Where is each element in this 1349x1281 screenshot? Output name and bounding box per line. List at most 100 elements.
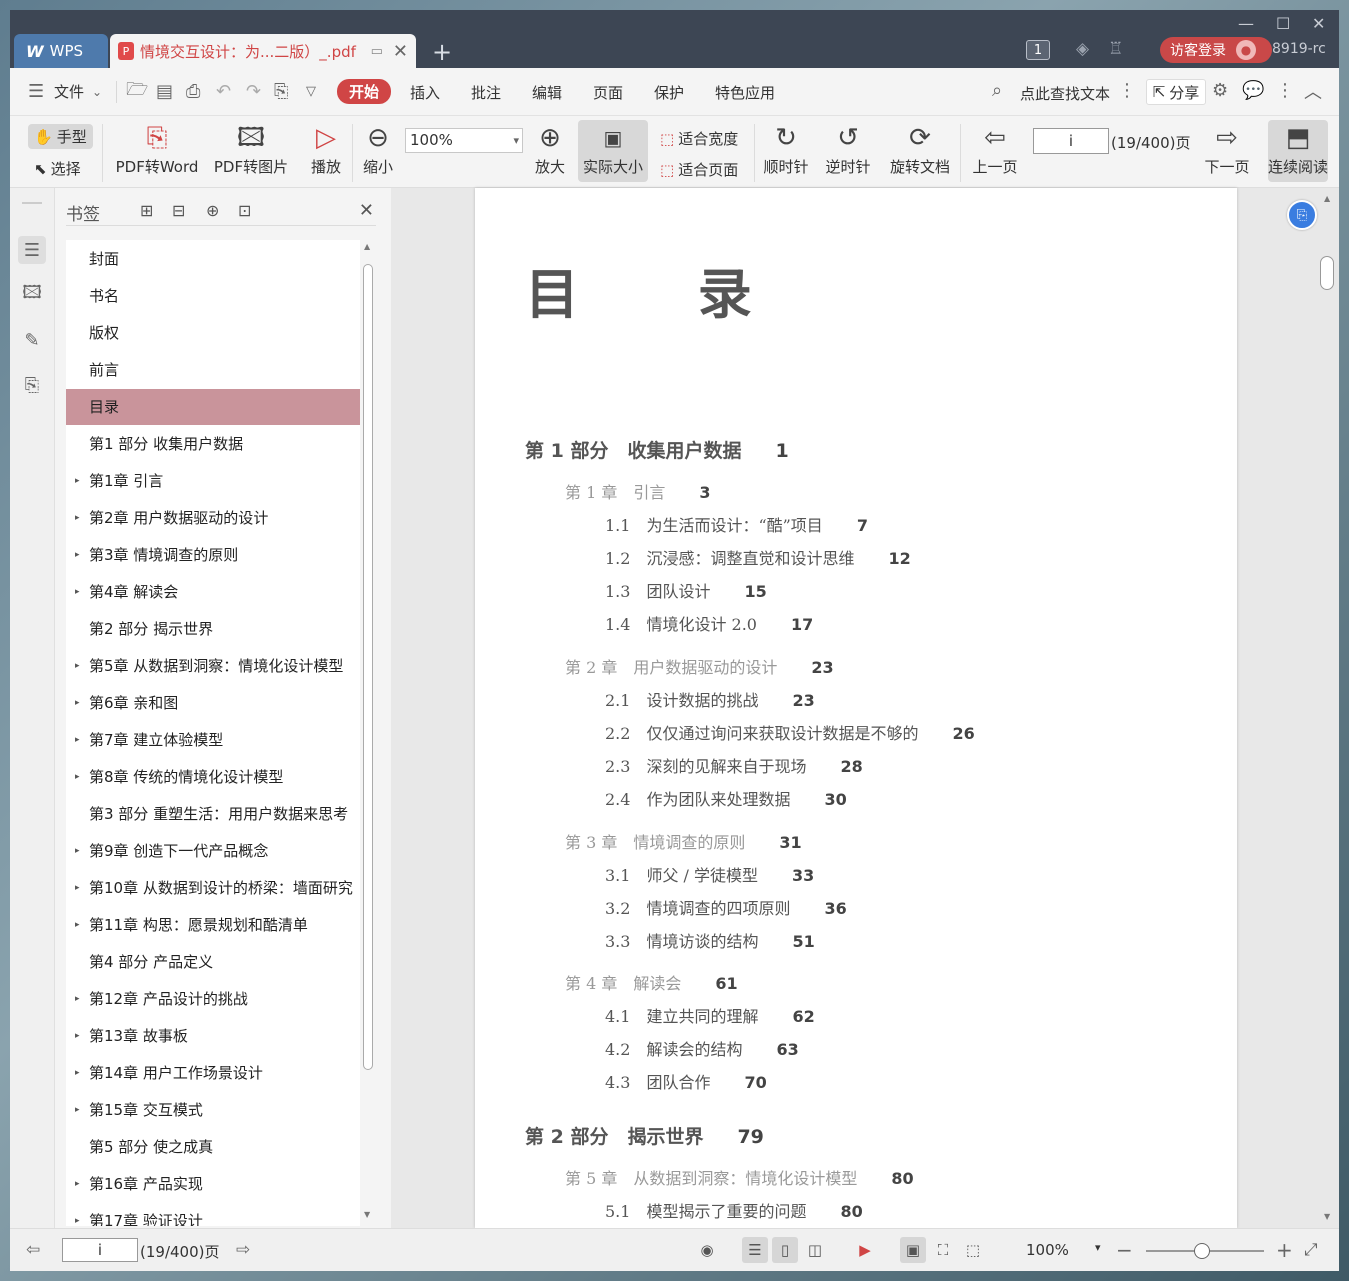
expand-arrow-icon[interactable]: ▸ [75,500,80,536]
bookmark-item[interactable]: ▸ 第10章 从数据到设计的桥梁：墙面研究 [66,870,360,906]
menu-tab-page[interactable]: 页面 [593,82,623,103]
more-options-icon[interactable]: ⋮ [1276,80,1294,101]
expand-arrow-icon[interactable]: ▸ [75,722,80,758]
bookmark-item[interactable]: 第4 部分 产品定义 [66,944,360,980]
single-page-icon[interactable]: ▯ [772,1237,798,1263]
chevron-down-icon[interactable]: ⌄ [92,85,102,99]
window-count-badge[interactable]: 1 [1026,40,1050,60]
bookmark-item[interactable]: 封面 [66,241,360,277]
bookmark-list-icon[interactable]: ☰ [18,236,46,264]
scroll-up-icon[interactable]: ▲ [1324,194,1330,203]
zoom-dropdown-icon[interactable]: ▾ [1095,1241,1101,1254]
drag-grip[interactable] [22,202,42,204]
bookmark-options-icon[interactable]: ⊡ [238,201,251,220]
menu-tab-comment[interactable]: 批注 [471,82,501,103]
annotation-icon[interactable]: ✎ [18,326,46,354]
bookmark-item[interactable]: ▸ 第3章 情境调查的原则 [66,537,360,573]
zoom-in-button[interactable]: ⊕ 放大 [530,120,570,177]
toc-entry[interactable]: 3.3 情境访谈的结构 51 [605,928,815,952]
expand-arrow-icon[interactable]: ▸ [75,981,80,1017]
collapse-ribbon-icon[interactable]: ︿ [1304,78,1322,104]
maximize-icon[interactable]: ☐ [1276,14,1290,33]
continuous-reading-button[interactable]: ⬒ 连续阅读 [1268,120,1328,182]
toc-entry[interactable]: 4.3 团队合作 70 [605,1069,767,1093]
expand-arrow-icon[interactable]: ▸ [75,870,80,906]
new-tab-icon[interactable]: + [432,38,452,66]
expand-arrow-icon[interactable]: ▸ [75,574,80,610]
expand-arrow-icon[interactable]: ▸ [75,685,80,721]
bookmark-item[interactable]: ▸ 第6章 亲和图 [66,685,360,721]
close-tab-icon[interactable]: ✕ [393,41,408,62]
toc-entry[interactable]: 2.4 作为团队来处理数据 30 [605,786,847,810]
page-number-input[interactable]: i [1033,128,1109,154]
toc-entry[interactable]: 第 4 章 解读会 61 [565,970,738,994]
menu-tab-start[interactable]: 开始 [337,79,392,104]
toc-entry[interactable]: 第 1 部分 收集用户数据 1 [525,436,789,463]
toc-entry[interactable]: 4.1 建立共同的理解 62 [605,1003,815,1027]
toc-entry[interactable]: 1.3 团队设计 15 [605,578,767,602]
bookmark-item[interactable]: ▸ 第9章 创造下一代产品概念 [66,833,360,869]
play-slideshow-icon[interactable]: ▶ [852,1237,878,1263]
shirt-icon[interactable]: ♖ [1108,39,1123,59]
eye-icon[interactable]: ◉ [694,1237,720,1263]
bookmark-item[interactable]: ▸ 第2章 用户数据驱动的设计 [66,500,360,536]
toc-entry[interactable]: 4.2 解读会的结构 63 [605,1036,799,1060]
search-icon[interactable]: ⌕ [992,80,1002,101]
zoom-select[interactable]: 100% [405,128,523,153]
toc-entry[interactable]: 第 2 章 用户数据驱动的设计 23 [565,654,834,678]
file-menu[interactable]: 文件 [54,81,84,102]
toc-entry[interactable]: 第 1 章 引言 3 [565,479,711,503]
toc-entry[interactable]: 2.1 设计数据的挑战 23 [605,687,815,711]
toc-entry[interactable]: 2.2 仅仅通过询问来获取设计数据是不够的 26 [605,720,975,744]
bookmark-item[interactable]: ▸ 第16章 产品实现 [66,1166,360,1202]
bookmark-item[interactable]: ▸ 第7章 建立体验模型 [66,722,360,758]
expand-arrow-icon[interactable]: ▸ [75,833,80,869]
close-panel-icon[interactable]: ✕ [359,200,374,221]
document-scroll-thumb[interactable] [1320,256,1334,290]
guest-login-button[interactable]: 访客登录 ● [1160,37,1272,63]
zoom-in-icon[interactable]: + [1276,1238,1293,1262]
zoom-slider-knob[interactable] [1194,1243,1210,1259]
document-view[interactable]: 目 录 第 1 部分 收集用户数据 1 第 1 章 引言 3 1.1 为生活而设计：“酷… [391,188,1339,1228]
bookmark-item[interactable]: ▸ 第5章 从数据到洞察：情境化设计模型 [66,648,360,684]
toc-entry[interactable]: 第 3 章 情境调查的原则 31 [565,829,802,853]
bookmark-item[interactable]: 第3 部分 重塑生活：用用户数据来思考 [66,796,360,832]
status-zoom[interactable]: 100% [1026,1241,1069,1259]
toc-entry[interactable]: 第 5 章 从数据到洞察：情境化设计模型 80 [565,1165,914,1189]
expand-arrow-icon[interactable]: ▸ [75,1166,80,1202]
expand-arrow-icon[interactable]: ▸ [75,759,80,795]
toc-entry[interactable]: 1.4 情境化设计 2.0 17 [605,611,813,635]
select-tool-button[interactable]: ⬉ 选择 [34,158,81,179]
expand-arrow-icon[interactable]: ▸ [75,537,80,573]
pdf-to-word-button[interactable]: ⎘ PDF转Word [114,120,200,177]
scroll-up-icon[interactable]: ▲ [364,242,370,251]
actual-size-button[interactable]: ▣ 实际大小 [578,120,648,182]
menu-tab-protect[interactable]: 保护 [654,82,684,103]
bookmark-item[interactable]: 第5 部分 使之成真 [66,1129,360,1165]
bookmark-item[interactable]: 书名 [66,278,360,314]
expand-arrow-icon[interactable]: ▸ [75,907,80,943]
expand-arrow-icon[interactable]: ▸ [75,463,80,499]
thumbnail-icon[interactable]: 🖾 [18,281,46,309]
bookmark-item[interactable]: ▸ 第12章 产品设计的挑战 [66,981,360,1017]
status-page-input[interactable]: i [62,1238,138,1262]
toc-entry[interactable]: 3.1 师父 / 学徒模型 33 [605,862,814,886]
monitor-icon[interactable]: ▭ [371,44,383,59]
bookmark-item[interactable]: ▸ 第1章 引言 [66,463,360,499]
more-dropdown-icon[interactable]: ▽ [306,84,316,99]
fit-page-icon[interactable]: ⛶ [930,1237,956,1263]
skin-icon[interactable]: ◈ [1076,39,1089,59]
toc-entry[interactable]: 1.1 为生活而设计：“酷”项目 7 [605,512,868,536]
gear-icon[interactable]: ⚙ [1212,80,1228,101]
undo-icon[interactable]: ↶ [216,81,231,102]
save-icon[interactable]: ▤ [156,81,173,102]
open-folder-icon[interactable]: 🗁 [126,77,148,107]
hand-tool-button[interactable]: ✋ 手型 [28,124,93,149]
expand-arrow-icon[interactable]: ▸ [75,1055,80,1091]
actual-size-icon[interactable]: ▣ [900,1237,926,1263]
more-vertical-icon[interactable]: ⋮ [1118,80,1136,101]
attachment-icon[interactable]: ⎘ [18,371,46,399]
previous-page-button[interactable]: ⇦ 上一页 [970,120,1020,177]
next-page-button[interactable]: ⇨ 下一页 [1202,120,1252,177]
bookmark-item[interactable]: ▸ 第14章 用户工作场景设计 [66,1055,360,1091]
